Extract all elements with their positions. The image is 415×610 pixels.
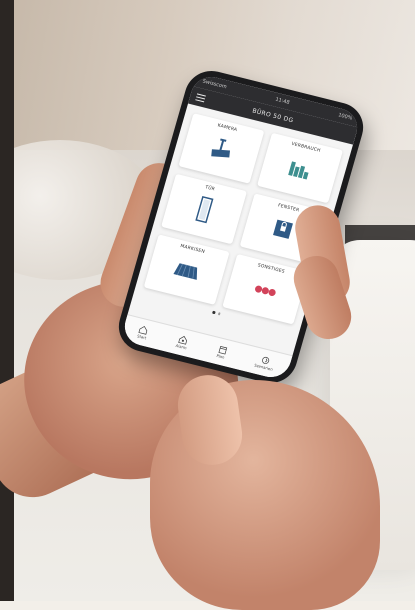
- bar-chart-icon: [287, 161, 309, 180]
- tab-alarm[interactable]: Alarm: [175, 334, 190, 350]
- battery-label: 100%: [337, 112, 353, 122]
- left-edge-strip: [0, 0, 14, 601]
- door-icon: [194, 195, 214, 224]
- tab-label: Start: [136, 333, 147, 341]
- three-dots-icon: [254, 285, 276, 296]
- camera-icon: [210, 138, 230, 158]
- tile-label: TÜR: [204, 185, 216, 193]
- page-dot: [212, 310, 216, 314]
- tab-label: Plan: [215, 353, 226, 360]
- page-dot: [217, 312, 221, 316]
- tile-markisen[interactable]: MARKISEN: [143, 234, 230, 305]
- tab-plan[interactable]: Plan: [215, 344, 228, 360]
- clock-label: 11:48: [274, 96, 291, 106]
- tile-label: FENSTER: [277, 203, 300, 214]
- tab-start[interactable]: Start: [136, 325, 150, 341]
- tab-label: Szenarien: [253, 362, 274, 372]
- tile-kamera[interactable]: KAMERA: [178, 113, 265, 184]
- tile-verbrauch[interactable]: VERBRAUCH: [257, 132, 344, 204]
- tile-label: KAMERA: [216, 123, 238, 134]
- tab-szenarien[interactable]: Szenarien: [254, 354, 276, 372]
- awning-icon: [172, 263, 197, 280]
- tile-tuer[interactable]: TÜR: [161, 173, 248, 245]
